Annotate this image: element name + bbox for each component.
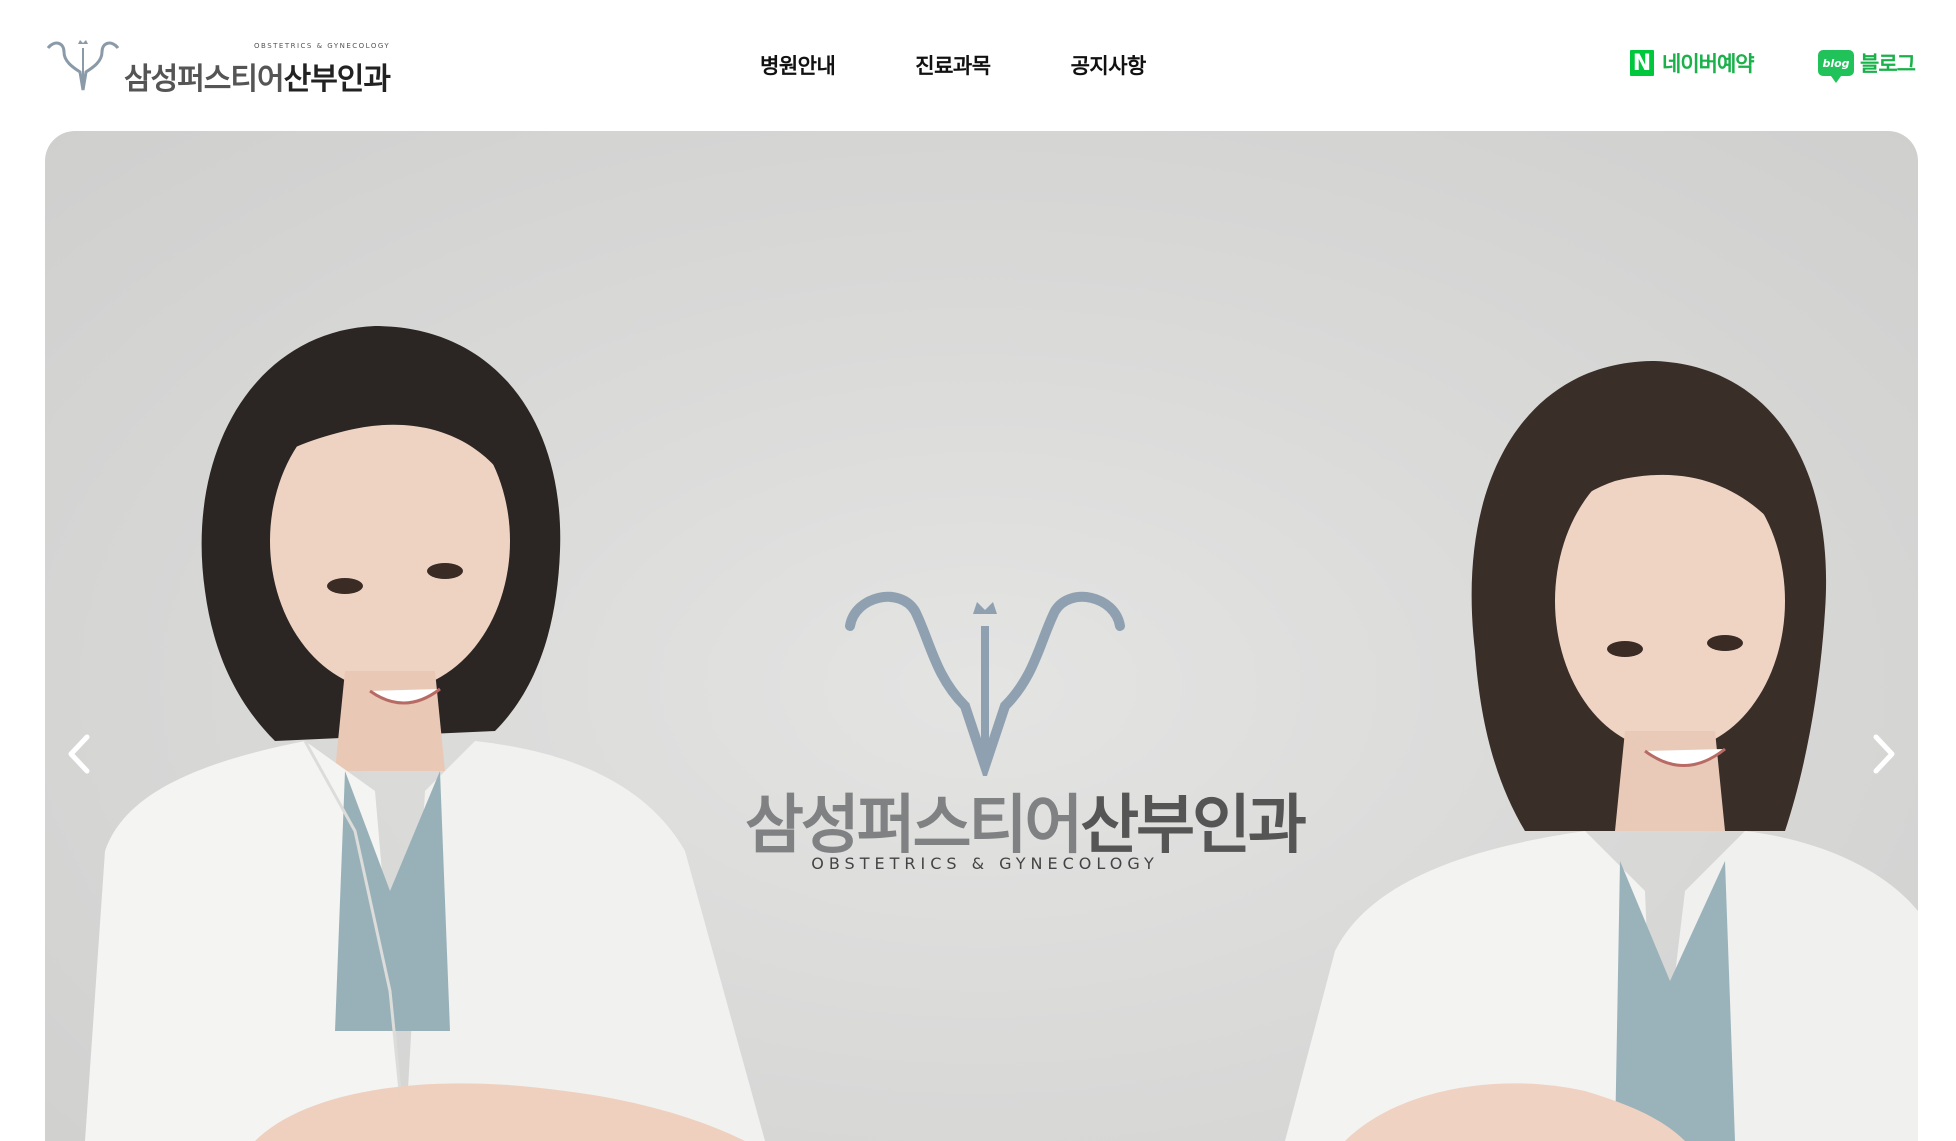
logo-name-part2: 산부인과 [283,62,391,97]
hero-logo-name-part1: 삼성퍼스티어 [745,789,1083,863]
site-header: OBSTETRICS & GYNECOLOGY 삼성퍼스티어산부인과 병원안내 … [0,0,1956,130]
hero-banner: 삼성퍼스티어산부인과 OBSTETRICS & GYNECOLOGY [45,131,1918,1141]
naver-booking-link[interactable]: N 네이버예약 [1630,48,1755,78]
blog-icon: blog [1818,50,1854,83]
hero-logo-subtitle: OBSTETRICS & GYNECOLOGY [811,854,1159,873]
naver-booking-label: 네이버예약 [1662,52,1755,76]
left-doctor-figure [85,326,765,1141]
hero-logo-emblem-icon [845,591,1125,776]
blog-label: 블로그 [1860,52,1916,76]
nav-item-hospital-info[interactable]: 병원안내 [760,50,836,80]
nav-item-departments[interactable]: 진료과목 [915,50,991,80]
main-nav: 병원안내 진료과목 공지사항 [760,50,1226,80]
nav-item-notices[interactable]: 공지사항 [1071,50,1147,80]
logo-emblem-icon [46,40,120,91]
chevron-right-icon[interactable] [1858,729,1908,779]
blog-link[interactable]: blog 블로그 [1818,48,1916,83]
chevron-left-icon[interactable] [55,729,105,779]
naver-icon: N [1630,50,1654,76]
right-doctor-figure [1285,361,1918,1141]
logo-name-part1: 삼성퍼스티어 [124,62,285,97]
site-logo[interactable]: OBSTETRICS & GYNECOLOGY 삼성퍼스티어산부인과 [44,38,394,97]
logo-subtitle: OBSTETRICS & GYNECOLOGY [254,42,391,50]
hero-logo-name: 삼성퍼스티어산부인과 [745,774,1307,866]
logo-name: 삼성퍼스티어산부인과 [124,54,391,98]
hero-logo-name-part2: 산부인과 [1080,789,1307,863]
